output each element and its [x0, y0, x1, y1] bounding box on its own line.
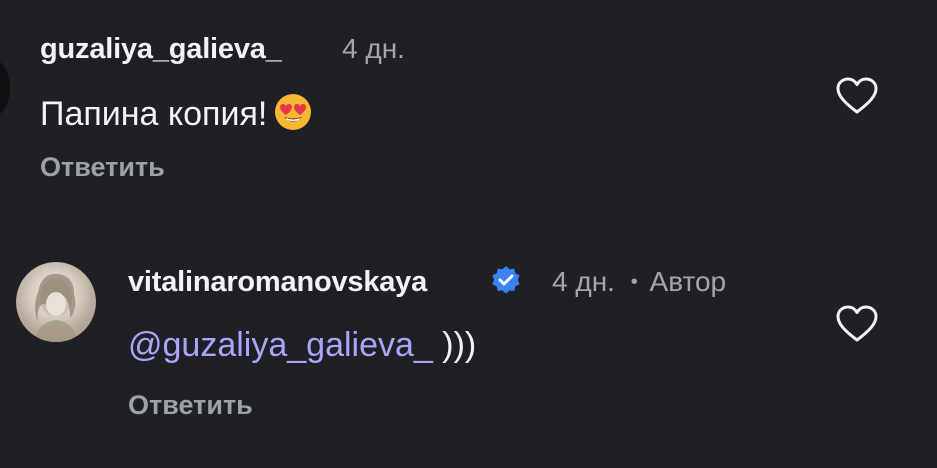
comment-text: Папина копия!: [40, 92, 313, 134]
verified-badge-icon: [492, 266, 520, 294]
mention-link[interactable]: @guzaliya_galieva_: [128, 326, 433, 364]
like-heart-icon[interactable]: [835, 76, 879, 116]
comment-timestamp: 4 дн.: [342, 33, 405, 64]
avatar-photo: [34, 273, 78, 342]
avatar[interactable]: [16, 262, 96, 342]
avatar[interactable]: [0, 58, 10, 118]
comment-meta: 4 дн. • Автор: [552, 266, 726, 298]
comment-username[interactable]: vitalinaromanovskaya: [128, 266, 427, 299]
like-heart-icon[interactable]: [835, 304, 879, 344]
reply-button[interactable]: Ответить: [128, 390, 253, 421]
meta-separator: •: [630, 271, 638, 293]
author-label: Автор: [649, 266, 727, 297]
comment-timestamp: 4 дн.: [552, 266, 615, 297]
comment-username[interactable]: guzaliya_galieva_: [40, 33, 282, 66]
reply-button[interactable]: Ответить: [40, 152, 165, 183]
heart-eyes-emoji: [275, 94, 312, 130]
comment-text-content: Папина копия!: [40, 95, 268, 133]
comment-text-content: ))): [442, 326, 477, 364]
comment-text: @guzaliya_galieva_ ))): [128, 326, 476, 365]
